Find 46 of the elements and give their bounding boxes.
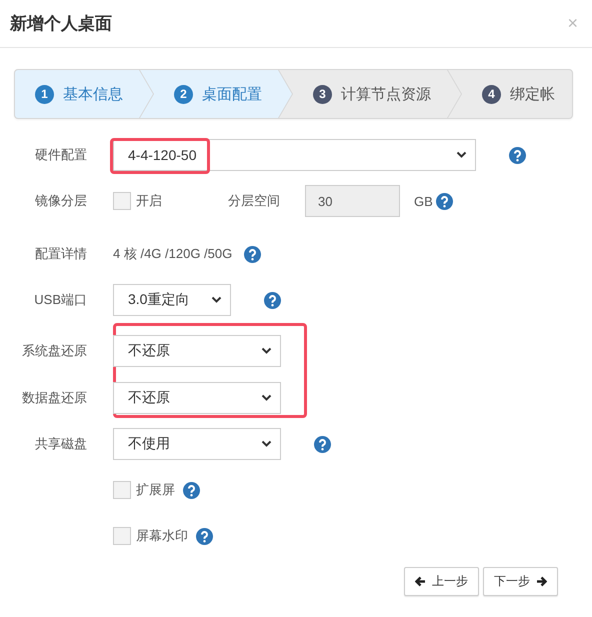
step-number: 2 <box>174 84 193 104</box>
wizard-step[interactable]: 4 绑定帐 <box>448 70 572 118</box>
step-number: 4 <box>482 84 501 104</box>
chevron-icon <box>261 394 272 402</box>
help-icon[interactable] <box>436 192 453 210</box>
wizard-step[interactable]: 2 桌面配置 <box>140 70 292 118</box>
select-field[interactable]: 不使用 <box>113 428 281 460</box>
chevron-icon <box>456 151 467 159</box>
chevron-icon <box>261 440 272 448</box>
left-arrow-icon <box>415 576 426 587</box>
select-field[interactable]: 不还原 <box>113 382 281 414</box>
field-label: 共享磁盘 <box>34 435 87 453</box>
step-button[interactable]: 下一步 <box>483 567 558 596</box>
checkbox[interactable] <box>113 481 131 499</box>
unit-label: GB <box>414 194 433 208</box>
wizard-step[interactable]: 1 基本信息 <box>15 70 153 118</box>
step-number: 3 <box>313 84 332 104</box>
right-arrow-icon <box>536 576 547 587</box>
help-icon[interactable] <box>509 146 526 164</box>
checkbox-label: 屏幕水印 <box>136 527 188 545</box>
field-value: 4 核 /4G /120G /50G <box>113 245 232 263</box>
help-icon[interactable] <box>244 246 262 262</box>
field-label: 配置详情 <box>34 245 87 263</box>
checkbox-label: 扩展屏 <box>136 481 175 499</box>
field-label: 数据盘还原 <box>21 388 87 406</box>
checkbox[interactable] <box>113 192 131 210</box>
help-icon[interactable] <box>196 528 213 544</box>
help-icon[interactable] <box>314 436 331 452</box>
checkbox-label: 开启 <box>136 192 162 210</box>
dialog-title: 新增个人桌面 <box>10 13 112 35</box>
help-icon[interactable] <box>264 292 281 308</box>
select-field[interactable]: 4-4-120-50 <box>113 139 476 171</box>
field-label: USB端口 <box>33 291 87 309</box>
field-label: 系统盘还原 <box>21 342 87 360</box>
select-field[interactable]: 3.0重定向 <box>113 284 231 316</box>
select-field[interactable]: 不还原 <box>113 334 281 366</box>
wizard-step[interactable]: 3 计算节点资源 <box>279 70 461 118</box>
field-label: 镜像分层 <box>34 192 87 210</box>
field-label: 分层空间 <box>228 192 280 210</box>
step-number: 1 <box>35 84 54 104</box>
chevron-icon <box>261 346 272 354</box>
help-icon[interactable] <box>183 482 200 498</box>
field-label: 硬件配置 <box>34 146 87 164</box>
step-button[interactable]: 上一步 <box>404 567 479 596</box>
chevron-icon <box>211 296 222 304</box>
checkbox[interactable] <box>113 527 131 545</box>
